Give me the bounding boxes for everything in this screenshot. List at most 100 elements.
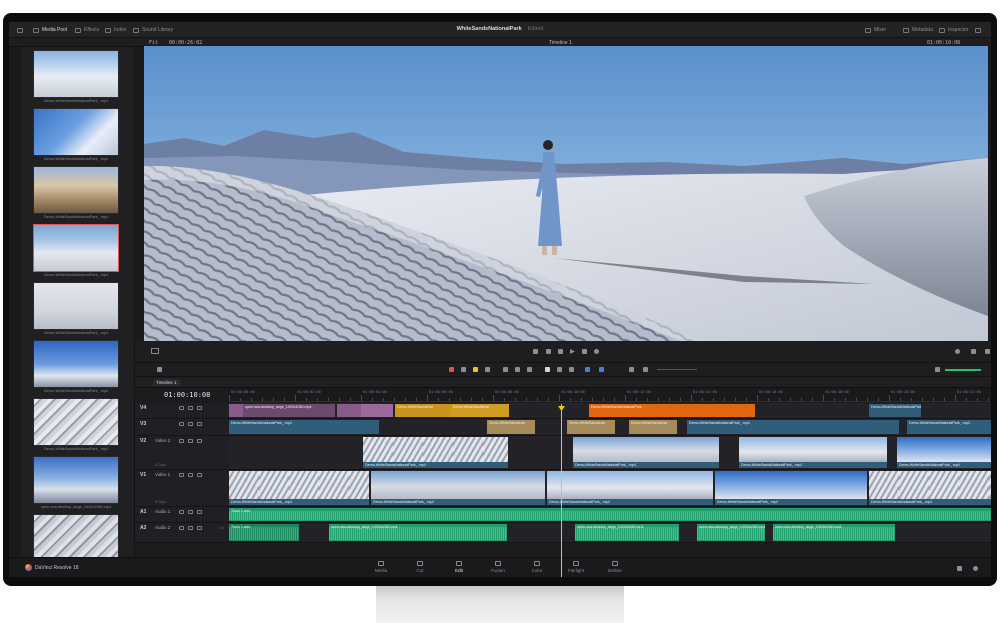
video-clip[interactable]: Demo-WhiteSandsNationalPark_.mp4 xyxy=(371,471,545,505)
linked-selection-icon[interactable] xyxy=(557,367,562,372)
video-clip[interactable]: Demo-WhiteSandsNationalPark_.mp4 xyxy=(229,420,379,434)
insert-clip-icon[interactable] xyxy=(503,367,508,372)
overwrite-clip-icon[interactable] xyxy=(515,367,520,372)
zoom-slider[interactable] xyxy=(657,369,697,370)
video-clip[interactable]: Demo-WhiteSandsNationalPark_.mp4 xyxy=(715,471,867,505)
audio-clip[interactable]: Track 1.wav xyxy=(229,508,991,521)
video-clip[interactable]: Demo-WhiteSandsNationalPark_.mp4 xyxy=(573,437,719,468)
auto-select-icon[interactable] xyxy=(188,406,193,410)
video-clip[interactable]: Demo-WhiteSandsNationalPark_.mp4 xyxy=(363,437,508,468)
video-clip[interactable]: Demo-WhiteSandsNationalPark_.mp4 xyxy=(907,420,991,434)
page-color[interactable]: Color xyxy=(519,560,555,576)
match-frame-icon[interactable] xyxy=(955,349,960,354)
timeline-viewer[interactable] xyxy=(144,46,988,342)
auto-select-icon[interactable] xyxy=(188,439,193,443)
track-lane-v4[interactable]: open-sea-desktop_large_1920x1080.mp4 Demo… xyxy=(229,403,991,419)
video-clip[interactable] xyxy=(229,404,243,417)
track-header-v2[interactable]: V2 Video 2 8 Clips xyxy=(135,436,229,470)
audio-clip[interactable]: open-sea-desktop_large_1920x1080.mp4 xyxy=(697,524,765,541)
snapping-icon[interactable] xyxy=(545,367,550,372)
lock-icon[interactable] xyxy=(179,422,184,426)
auto-select-icon[interactable] xyxy=(188,510,193,514)
lock-icon[interactable] xyxy=(179,510,184,514)
dynamic-trim-icon[interactable] xyxy=(473,367,478,372)
video-clip[interactable]: open-sea-desktop_large_1920x1080.mp4 xyxy=(243,404,335,417)
marker-icon[interactable] xyxy=(599,367,604,372)
selection-tool-icon[interactable] xyxy=(449,367,454,372)
track-toggle-icon[interactable] xyxy=(197,422,202,426)
replace-clip-icon[interactable] xyxy=(527,367,532,372)
mixer-button[interactable]: Mixer xyxy=(865,26,886,34)
track-lane-v3[interactable]: Demo-WhiteSandsNationalPark_.mp4 Demo-Whi… xyxy=(229,419,991,436)
audio-clip[interactable]: open-sea-desktop_large_1920x1080.mp4 xyxy=(773,524,895,541)
media-pool-clip[interactable]: Demo-WhiteSandsNationalPark_.mp4 xyxy=(33,282,119,335)
blade-tool-icon[interactable] xyxy=(485,367,490,372)
video-clip[interactable]: Demo-WhiteSandsNat xyxy=(567,420,615,434)
track-lane-a2[interactable]: Track 1.wav open-sea-desktop_large_1920x1… xyxy=(229,523,991,543)
timeline-ruler[interactable]: 01:00:00:00 01:00:02:00 01:00:04:00 01:00:0… xyxy=(229,388,991,402)
next-edit-icon[interactable] xyxy=(985,349,990,354)
video-clip[interactable] xyxy=(361,404,393,417)
media-pool-clip[interactable]: open-sea-desktop_large_1920x1080.mp4 xyxy=(33,456,119,509)
media-pool-clip[interactable] xyxy=(33,514,119,563)
track-header-a1[interactable]: A1 Audio 1 xyxy=(135,507,229,523)
play-reverse-icon[interactable] xyxy=(546,349,551,354)
video-clip[interactable]: Demo-WhiteSandsNationalPark_.mp4 xyxy=(869,471,991,505)
track-header-a2[interactable]: A2 Audio 2 2.0 xyxy=(135,523,229,543)
trim-tool-icon[interactable] xyxy=(461,367,466,372)
settings-gear-icon[interactable] xyxy=(973,566,978,571)
audio-clip[interactable]: open-sea-desktop_large_1920x1080.mp4 xyxy=(575,524,679,541)
media-pool-clip[interactable]: Demo-WhiteSandsNationalPark_.mp4 xyxy=(33,166,119,219)
video-clip[interactable]: Demo-WhiteSandsNat xyxy=(629,420,677,434)
page-cut[interactable]: Cut xyxy=(402,560,438,576)
lock-icon[interactable] xyxy=(179,526,184,530)
play-icon[interactable] xyxy=(570,349,575,354)
video-clip[interactable]: Demo-WhiteSandsNationalPark_.mp4 xyxy=(229,471,369,505)
lock-icon[interactable] xyxy=(179,473,184,477)
video-clip[interactable]: Demo-WhiteSandsNat xyxy=(487,420,535,434)
audio-clip[interactable]: open-sea-desktop_large_1920x1080.mp4 xyxy=(329,524,507,541)
video-clip[interactable]: Demo-WhiteSandsNationalPark_.mp4 xyxy=(687,420,899,434)
auto-select-icon[interactable] xyxy=(188,526,193,530)
zoom-detail-icon[interactable] xyxy=(643,367,648,372)
auto-select-icon[interactable] xyxy=(188,473,193,477)
audio-clip[interactable]: Track 1.wav xyxy=(229,524,299,541)
timeline-view-icon[interactable] xyxy=(157,367,162,372)
zoom-full-icon[interactable] xyxy=(629,367,634,372)
track-toggle-icon[interactable] xyxy=(197,406,202,410)
media-pool-clip[interactable]: Demo-WhiteSandsNationalPark_.mp4 xyxy=(33,224,119,277)
page-media[interactable]: Media xyxy=(363,560,399,576)
volume-icon[interactable] xyxy=(935,367,940,372)
flag-icon[interactable] xyxy=(585,367,590,372)
track-header-v1[interactable]: V1 Video 1 8 Clips xyxy=(135,470,229,507)
video-clip[interactable]: Demo-WhiteSandsNationalPark xyxy=(589,404,755,417)
page-edit[interactable]: Edit xyxy=(441,560,477,576)
loop-icon[interactable] xyxy=(594,349,599,354)
track-toggle-icon[interactable] xyxy=(197,510,202,514)
media-pool-clip[interactable]: Demo-WhiteSandsNationalPark_.mp4 xyxy=(33,340,119,393)
playhead[interactable] xyxy=(561,404,562,577)
stop-icon[interactable] xyxy=(558,349,563,354)
track-toggle-icon[interactable] xyxy=(197,526,202,530)
inspector-button[interactable]: Inspector xyxy=(939,26,969,34)
lock-icon[interactable] xyxy=(179,406,184,410)
video-clip[interactable]: Demo-WhiteSandsNat xyxy=(395,404,451,417)
metadata-button[interactable]: Metadata xyxy=(903,26,933,34)
track-lane-a1[interactable]: Track 1.wav xyxy=(229,507,991,523)
auto-select-icon[interactable] xyxy=(188,422,193,426)
volume-slider[interactable] xyxy=(945,369,981,371)
video-clip[interactable]: Demo-WhiteSandsNationalPark_.mp4 xyxy=(547,471,713,505)
media-pool-clip[interactable]: Demo-WhiteSandsNationalPark_.mp4 xyxy=(33,108,119,161)
video-clip[interactable]: Demo-WhiteSandsNationalPark xyxy=(869,404,921,417)
prev-edit-icon[interactable] xyxy=(971,349,976,354)
video-clip[interactable]: Demo-WhiteSandsNat xyxy=(451,404,509,417)
home-icon[interactable] xyxy=(957,566,962,571)
track-toggle-icon[interactable] xyxy=(197,473,202,477)
page-deliver[interactable]: Deliver xyxy=(597,560,633,576)
media-pool-clip[interactable]: Demo-WhiteSandsNationalPark_.mp4 xyxy=(33,50,119,103)
skip-to-start-icon[interactable] xyxy=(533,349,538,354)
video-clip[interactable]: Demo-WhiteSandsNationalPark_.mp4 xyxy=(897,437,991,468)
skip-to-end-icon[interactable] xyxy=(582,349,587,354)
viewer-options-icon[interactable] xyxy=(151,348,159,354)
lock-icon[interactable] xyxy=(179,439,184,443)
